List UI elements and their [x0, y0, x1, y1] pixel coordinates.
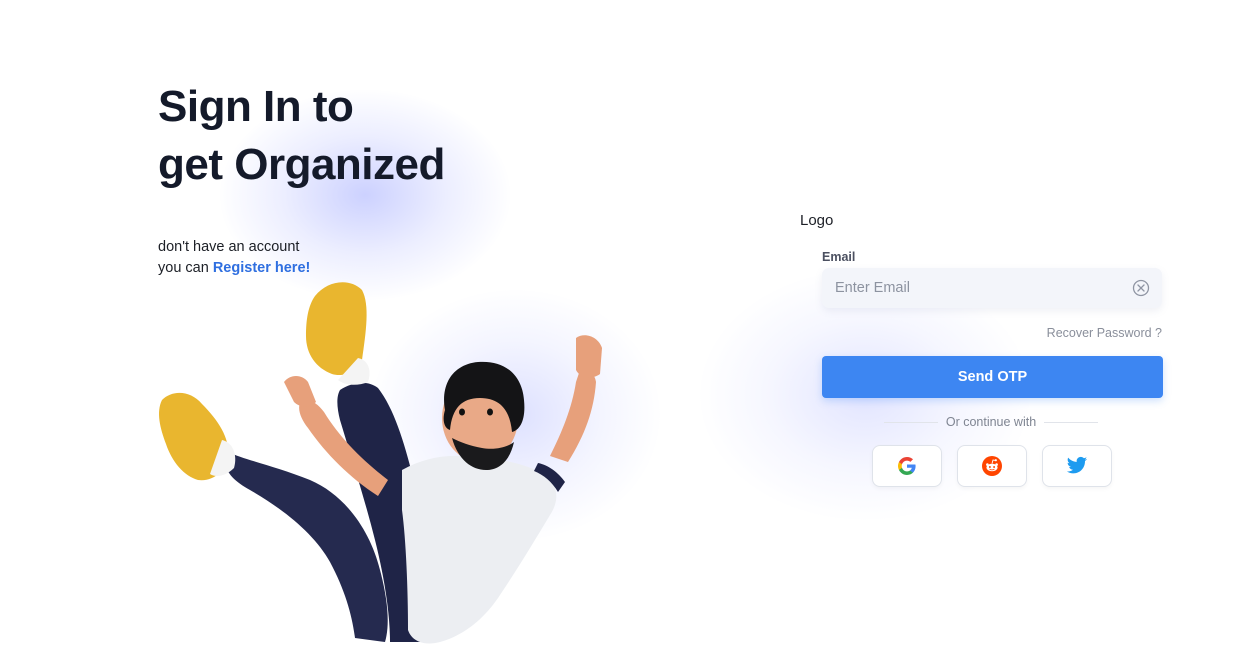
- falling-person-illustration: [159, 282, 602, 644]
- sign-in-page: Sign In to get Organized don't have an a…: [0, 0, 1250, 669]
- email-input[interactable]: [822, 268, 1122, 308]
- twitter-login-button[interactable]: [1042, 445, 1112, 487]
- recover-password-link[interactable]: Recover Password ?: [1047, 326, 1162, 340]
- google-icon: [898, 457, 916, 475]
- reddit-login-button[interactable]: [957, 445, 1027, 487]
- logo: Logo: [800, 212, 834, 229]
- google-login-button[interactable]: [872, 445, 942, 487]
- twitter-icon: [1066, 456, 1088, 474]
- reddit-icon: [982, 456, 1002, 476]
- page-title: Sign In to get Organized: [158, 78, 445, 194]
- title-line-1: Sign In to: [158, 82, 354, 131]
- divider-line: [884, 421, 938, 423]
- account-text: don't have an account: [158, 239, 300, 255]
- email-label: Email: [822, 250, 856, 264]
- continue-with-divider: Or continue with: [884, 414, 1099, 430]
- title-line-2: get Organized: [158, 140, 445, 189]
- send-otp-button[interactable]: Send OTP: [822, 356, 1163, 398]
- divider-line: [1044, 421, 1099, 423]
- email-field: [822, 268, 1162, 308]
- clear-icon[interactable]: [1132, 279, 1150, 297]
- continue-with-text: Or continue with: [945, 415, 1037, 429]
